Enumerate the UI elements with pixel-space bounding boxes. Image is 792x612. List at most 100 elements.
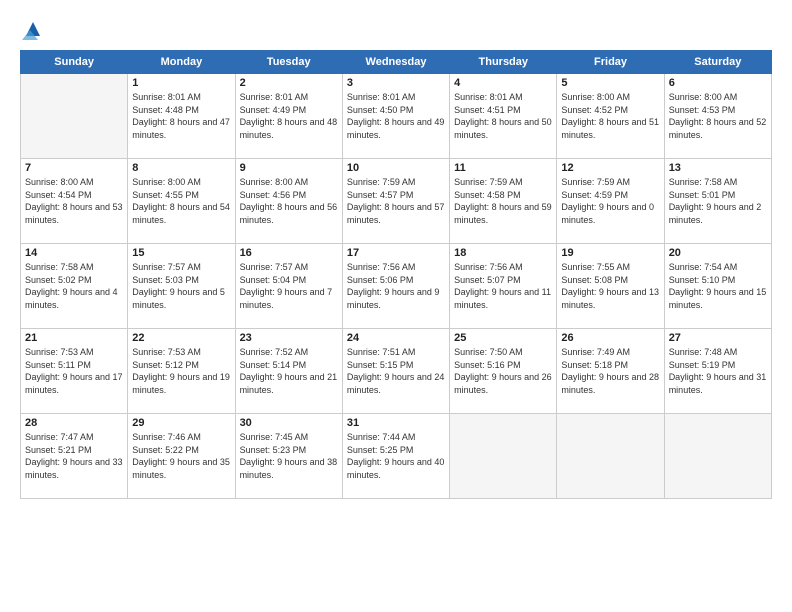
calendar-cell: 28 Sunrise: 7:47 AMSunset: 5:21 PMDayligh…: [21, 414, 128, 499]
day-number: 9: [240, 162, 338, 174]
logo: [20, 18, 44, 40]
day-info: Sunrise: 7:51 AMSunset: 5:15 PMDaylight:…: [347, 346, 445, 396]
day-number: 24: [347, 332, 445, 344]
day-info: Sunrise: 7:50 AMSunset: 5:16 PMDaylight:…: [454, 346, 552, 396]
day-number: 27: [669, 332, 767, 344]
day-info: Sunrise: 8:01 AMSunset: 4:50 PMDaylight:…: [347, 91, 445, 141]
calendar-cell: [557, 414, 664, 499]
day-info: Sunrise: 8:00 AMSunset: 4:55 PMDaylight:…: [132, 176, 230, 226]
calendar-cell: 1 Sunrise: 8:01 AMSunset: 4:48 PMDaylight…: [128, 74, 235, 159]
calendar-cell: 23 Sunrise: 7:52 AMSunset: 5:14 PMDayligh…: [235, 329, 342, 414]
day-info: Sunrise: 8:01 AMSunset: 4:48 PMDaylight:…: [132, 91, 230, 141]
day-info: Sunrise: 7:44 AMSunset: 5:25 PMDaylight:…: [347, 431, 445, 481]
week-row-2: 7Sunrise: 8:00 AMSunset: 4:54 PMDaylight…: [21, 159, 772, 244]
calendar-cell: 29 Sunrise: 7:46 AMSunset: 5:22 PMDayligh…: [128, 414, 235, 499]
day-number: 26: [561, 332, 659, 344]
day-number: 1: [132, 77, 230, 89]
day-number: 31: [347, 417, 445, 429]
day-number: 28: [25, 417, 123, 429]
day-number: 5: [561, 77, 659, 89]
calendar-cell: 30 Sunrise: 7:45 AMSunset: 5:23 PMDayligh…: [235, 414, 342, 499]
week-row-4: 21Sunrise: 7:53 AMSunset: 5:11 PMDayligh…: [21, 329, 772, 414]
calendar-cell: 13Sunrise: 7:58 AMSunset: 5:01 PMDayligh…: [664, 159, 771, 244]
day-number: 8: [132, 162, 230, 174]
calendar-table: SundayMondayTuesdayWednesdayThursdayFrid…: [20, 50, 772, 499]
header: [20, 18, 772, 40]
day-number: 29: [132, 417, 230, 429]
week-row-1: 1 Sunrise: 8:01 AMSunset: 4:48 PMDaylight…: [21, 74, 772, 159]
day-info: Sunrise: 7:57 AMSunset: 5:03 PMDaylight:…: [132, 261, 230, 311]
calendar-cell: [450, 414, 557, 499]
calendar-cell: 17 Sunrise: 7:56 AMSunset: 5:06 PMDayligh…: [342, 244, 449, 329]
calendar-cell: 31 Sunrise: 7:44 AMSunset: 5:25 PMDayligh…: [342, 414, 449, 499]
day-number: 23: [240, 332, 338, 344]
calendar-cell: 16Sunrise: 7:57 AMSunset: 5:04 PMDayligh…: [235, 244, 342, 329]
calendar-cell: 19 Sunrise: 7:55 AMSunset: 5:08 PMDayligh…: [557, 244, 664, 329]
calendar-cell: 18 Sunrise: 7:56 AMSunset: 5:07 PMDayligh…: [450, 244, 557, 329]
calendar-cell: 11 Sunrise: 7:59 AMSunset: 4:58 PMDayligh…: [450, 159, 557, 244]
calendar-cell: 8 Sunrise: 8:00 AMSunset: 4:55 PMDaylight…: [128, 159, 235, 244]
calendar-cell: 2Sunrise: 8:01 AMSunset: 4:49 PMDaylight…: [235, 74, 342, 159]
day-info: Sunrise: 8:00 AMSunset: 4:52 PMDaylight:…: [561, 91, 659, 141]
day-number: 25: [454, 332, 552, 344]
day-info: Sunrise: 7:54 AMSunset: 5:10 PMDaylight:…: [669, 261, 767, 311]
day-number: 30: [240, 417, 338, 429]
day-number: 11: [454, 162, 552, 174]
calendar-cell: 5 Sunrise: 8:00 AMSunset: 4:52 PMDaylight…: [557, 74, 664, 159]
day-info: Sunrise: 7:45 AMSunset: 5:23 PMDaylight:…: [240, 431, 338, 481]
calendar-cell: 10Sunrise: 7:59 AMSunset: 4:57 PMDayligh…: [342, 159, 449, 244]
day-info: Sunrise: 7:58 AMSunset: 5:02 PMDaylight:…: [25, 261, 123, 311]
day-info: Sunrise: 7:46 AMSunset: 5:22 PMDaylight:…: [132, 431, 230, 481]
weekday-header-row: SundayMondayTuesdayWednesdayThursdayFrid…: [21, 51, 772, 74]
day-info: Sunrise: 7:58 AMSunset: 5:01 PMDaylight:…: [669, 176, 767, 226]
day-info: Sunrise: 7:59 AMSunset: 4:58 PMDaylight:…: [454, 176, 552, 226]
day-info: Sunrise: 7:48 AMSunset: 5:19 PMDaylight:…: [669, 346, 767, 396]
weekday-header-friday: Friday: [557, 51, 664, 74]
calendar-cell: 3 Sunrise: 8:01 AMSunset: 4:50 PMDaylight…: [342, 74, 449, 159]
calendar-cell: 24 Sunrise: 7:51 AMSunset: 5:15 PMDayligh…: [342, 329, 449, 414]
day-info: Sunrise: 8:01 AMSunset: 4:51 PMDaylight:…: [454, 91, 552, 141]
day-number: 19: [561, 247, 659, 259]
day-info: Sunrise: 7:53 AMSunset: 5:12 PMDaylight:…: [132, 346, 230, 396]
day-info: Sunrise: 7:49 AMSunset: 5:18 PMDaylight:…: [561, 346, 659, 396]
day-info: Sunrise: 8:00 AMSunset: 4:54 PMDaylight:…: [25, 176, 123, 226]
calendar-cell: 25 Sunrise: 7:50 AMSunset: 5:16 PMDayligh…: [450, 329, 557, 414]
calendar-cell: 15 Sunrise: 7:57 AMSunset: 5:03 PMDayligh…: [128, 244, 235, 329]
weekday-header-saturday: Saturday: [664, 51, 771, 74]
day-number: 22: [132, 332, 230, 344]
day-info: Sunrise: 7:52 AMSunset: 5:14 PMDaylight:…: [240, 346, 338, 396]
calendar-cell: 21Sunrise: 7:53 AMSunset: 5:11 PMDayligh…: [21, 329, 128, 414]
week-row-3: 14 Sunrise: 7:58 AMSunset: 5:02 PMDayligh…: [21, 244, 772, 329]
weekday-header-tuesday: Tuesday: [235, 51, 342, 74]
day-number: 14: [25, 247, 123, 259]
calendar-cell: 27 Sunrise: 7:48 AMSunset: 5:19 PMDayligh…: [664, 329, 771, 414]
day-info: Sunrise: 7:59 AMSunset: 4:59 PMDaylight:…: [561, 176, 659, 226]
calendar-cell: 26 Sunrise: 7:49 AMSunset: 5:18 PMDayligh…: [557, 329, 664, 414]
weekday-header-sunday: Sunday: [21, 51, 128, 74]
day-number: 18: [454, 247, 552, 259]
day-number: 4: [454, 77, 552, 89]
day-number: 20: [669, 247, 767, 259]
calendar-cell: 12 Sunrise: 7:59 AMSunset: 4:59 PMDayligh…: [557, 159, 664, 244]
logo-icon: [22, 18, 44, 40]
calendar-cell: 6Sunrise: 8:00 AMSunset: 4:53 PMDaylight…: [664, 74, 771, 159]
day-number: 12: [561, 162, 659, 174]
calendar-cell: 20 Sunrise: 7:54 AMSunset: 5:10 PMDayligh…: [664, 244, 771, 329]
week-row-5: 28 Sunrise: 7:47 AMSunset: 5:21 PMDayligh…: [21, 414, 772, 499]
day-info: Sunrise: 7:56 AMSunset: 5:07 PMDaylight:…: [454, 261, 552, 311]
calendar-cell: 22 Sunrise: 7:53 AMSunset: 5:12 PMDayligh…: [128, 329, 235, 414]
day-info: Sunrise: 7:56 AMSunset: 5:06 PMDaylight:…: [347, 261, 445, 311]
day-number: 15: [132, 247, 230, 259]
day-number: 16: [240, 247, 338, 259]
day-info: Sunrise: 7:47 AMSunset: 5:21 PMDaylight:…: [25, 431, 123, 481]
day-info: Sunrise: 8:00 AMSunset: 4:56 PMDaylight:…: [240, 176, 338, 226]
day-number: 17: [347, 247, 445, 259]
calendar-cell: 7Sunrise: 8:00 AMSunset: 4:54 PMDaylight…: [21, 159, 128, 244]
day-info: Sunrise: 7:53 AMSunset: 5:11 PMDaylight:…: [25, 346, 123, 396]
weekday-header-thursday: Thursday: [450, 51, 557, 74]
day-info: Sunrise: 7:55 AMSunset: 5:08 PMDaylight:…: [561, 261, 659, 311]
day-number: 3: [347, 77, 445, 89]
weekday-header-monday: Monday: [128, 51, 235, 74]
weekday-header-wednesday: Wednesday: [342, 51, 449, 74]
calendar-cell: [21, 74, 128, 159]
